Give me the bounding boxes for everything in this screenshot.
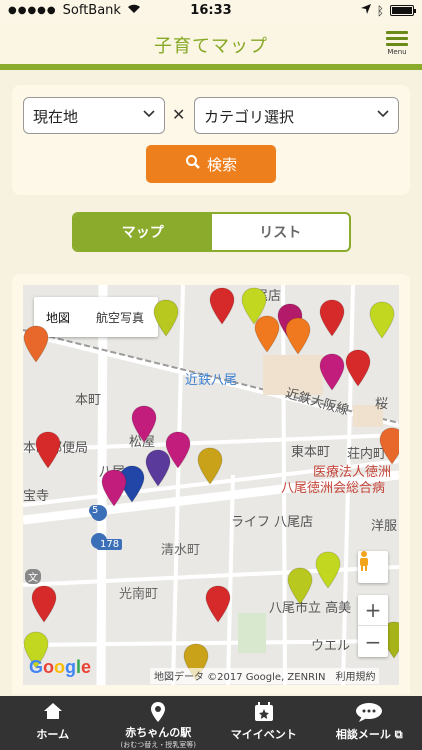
tab-sublabel: (おむつ替え・授乳室等) xyxy=(120,741,196,749)
location-arrow-icon xyxy=(360,3,371,18)
map-label: ライフ 八尾店 xyxy=(231,515,314,530)
map-pin-icon xyxy=(106,702,212,722)
map-label: 宝寺 xyxy=(23,489,50,504)
route-shield: 178 xyxy=(97,539,123,550)
zoom-in-button[interactable]: + xyxy=(358,595,388,626)
map-pin-marker[interactable] xyxy=(101,469,127,507)
chevron-down-icon xyxy=(377,107,389,122)
battery-icon xyxy=(390,5,416,16)
tab-home[interactable]: ホーム xyxy=(0,696,106,750)
location-select[interactable]: 現在地 xyxy=(23,97,165,134)
status-time: 16:33 xyxy=(190,3,232,18)
map-pin-marker[interactable] xyxy=(197,447,223,485)
map-label-hospital: 八尾徳洲会総合病 xyxy=(281,481,386,496)
map-pin-marker[interactable] xyxy=(35,431,61,469)
app-header: 子育てマップ Menu xyxy=(0,22,422,70)
zoom-out-button[interactable]: − xyxy=(358,626,388,657)
tab-label: マイイベント xyxy=(230,728,297,741)
tab-consult-mail[interactable]: 相談メール ⧉ xyxy=(317,696,422,750)
map-label: 桜 xyxy=(375,397,389,412)
map-attribution[interactable]: 地図データ ©2017 Google, ZENRIN 利用規約 xyxy=(150,668,380,684)
hamburger-bar xyxy=(386,37,408,40)
google-logo: Google xyxy=(29,657,92,677)
chevron-down-icon xyxy=(143,107,155,122)
tab-label: ホーム xyxy=(36,728,70,741)
tab-label: 相談メール ⧉ xyxy=(317,726,422,742)
street-view-pegman-icon[interactable] xyxy=(358,551,388,583)
map-pin-marker[interactable] xyxy=(153,299,179,337)
tab-map[interactable]: マップ xyxy=(74,214,212,250)
map-pin-marker[interactable] xyxy=(379,427,399,465)
map-pin-marker[interactable] xyxy=(23,325,49,363)
map-pin-marker[interactable] xyxy=(345,349,371,387)
search-button[interactable]: 検索 xyxy=(146,145,276,183)
page-title: 子育てマップ xyxy=(154,36,268,57)
view-toggle: マップ リスト xyxy=(72,212,351,252)
tab-my-event[interactable]: マイイベント xyxy=(211,696,317,750)
tab-list[interactable]: リスト xyxy=(212,214,350,250)
map-label: 本町 xyxy=(75,393,102,408)
tab-label: 赤ちゃんの駅 xyxy=(125,726,192,739)
bottom-tab-bar: ホーム 赤ちゃんの駅 (おむつ替え・授乳室等) マイイベント 相談メール ⧉ xyxy=(0,696,422,750)
map-label: 清水町 xyxy=(161,543,201,558)
tab-label-text: 相談メール xyxy=(335,728,391,741)
school-marker: 文 xyxy=(25,569,41,584)
map-label: ウエル xyxy=(311,639,351,654)
map-pin-marker[interactable] xyxy=(131,405,157,443)
map-pin-marker[interactable] xyxy=(315,551,341,589)
hamburger-icon xyxy=(386,31,408,34)
search-panel: 現在地 ✕ カテゴリ選択 検索 xyxy=(12,85,410,195)
tab-baby-station[interactable]: 赤ちゃんの駅 (おむつ替え・授乳室等) xyxy=(106,696,212,750)
map-pin-marker[interactable] xyxy=(145,449,171,487)
menu-button[interactable]: Menu xyxy=(386,28,408,56)
map-pin-marker[interactable] xyxy=(285,317,311,355)
map-label: 東本町 xyxy=(291,445,331,460)
map-type-satellite[interactable]: 航空写真 xyxy=(82,297,158,337)
external-link-icon: ⧉ xyxy=(394,728,403,741)
map-label: 洋服 xyxy=(371,519,398,534)
map-label: 光南町 xyxy=(119,587,159,602)
category-value: カテゴリ選択 xyxy=(204,108,295,126)
map-pin-marker[interactable] xyxy=(287,567,313,605)
menu-label: Menu xyxy=(387,48,407,56)
search-button-label: 検索 xyxy=(206,155,237,174)
map-type-selector: 地図 航空写真 xyxy=(34,297,158,337)
map-pin-marker[interactable] xyxy=(209,287,235,325)
home-icon xyxy=(0,702,106,722)
zoom-control: + − xyxy=(358,595,388,657)
map-pin-marker[interactable] xyxy=(319,353,345,391)
magnifier-icon xyxy=(185,154,201,174)
status-right: ᛒ xyxy=(360,3,416,18)
separator-x: ✕ xyxy=(172,105,186,124)
location-value: 現在地 xyxy=(33,108,79,126)
map-pin-marker[interactable] xyxy=(369,301,395,339)
map-label-station: 近鉄八尾 xyxy=(185,373,238,388)
map-view[interactable]: 地図 航空写真 尾店 近鉄八尾 近鉄大阪線 本町 東本町 荘内町 本町郵便局 松… xyxy=(23,285,399,685)
hamburger-bar xyxy=(386,43,408,46)
chat-bubble-icon xyxy=(317,702,422,722)
calendar-star-icon xyxy=(211,702,317,722)
map-pin-marker[interactable] xyxy=(319,299,345,337)
map-pin-marker[interactable] xyxy=(205,585,231,623)
bluetooth-icon: ᛒ xyxy=(376,3,384,18)
category-select[interactable]: カテゴリ選択 xyxy=(194,97,399,134)
status-bar: ●●●●● SoftBank 16:33 ᛒ xyxy=(0,0,422,22)
map-pin-marker[interactable] xyxy=(31,585,57,623)
